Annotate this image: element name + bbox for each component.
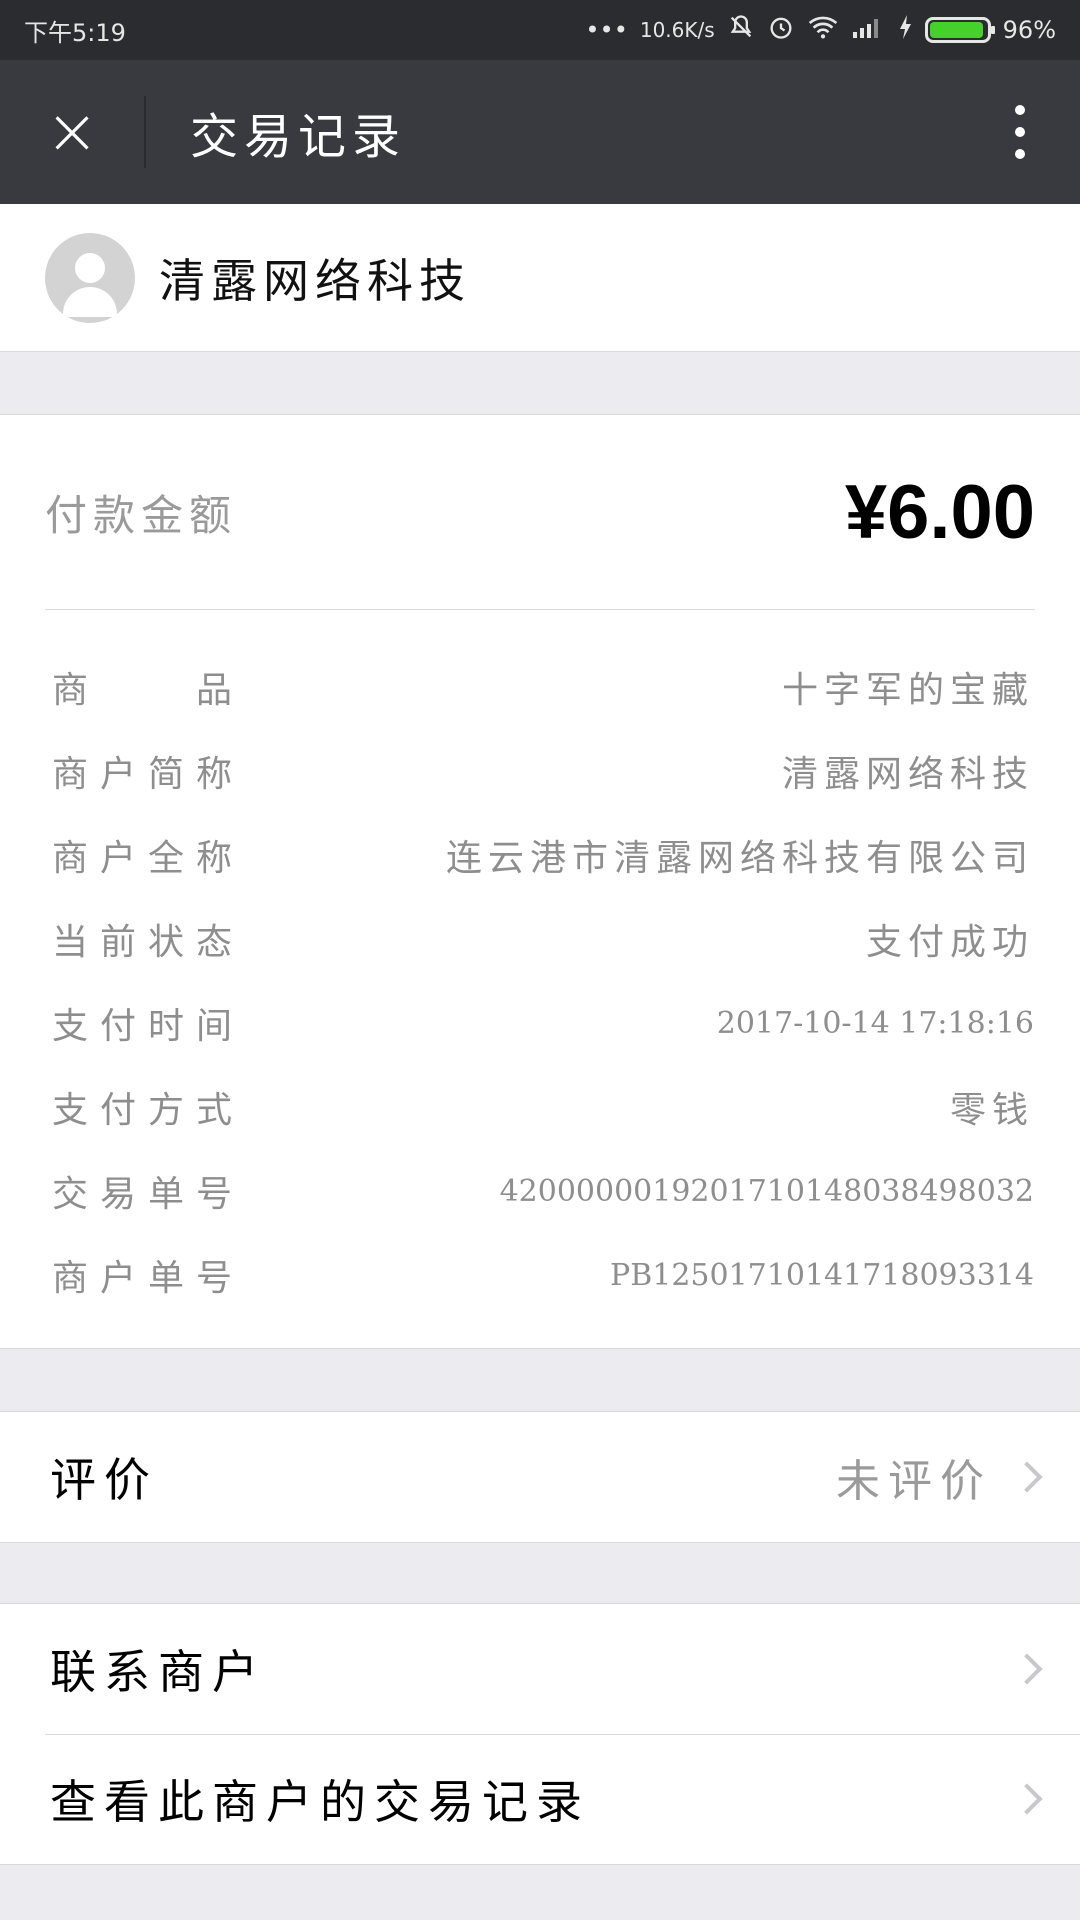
info-row-status: 当前状态 支付成功 [52,897,1034,981]
merchant-name: 清露网络科技 [159,253,471,308]
review-cell[interactable]: 评价 未评价 [0,1412,1080,1542]
info-value: 清露网络科技 [781,754,1034,795]
chevron-right-icon [1011,1653,1043,1685]
signal-icon [851,14,885,46]
more-dot [1015,127,1025,137]
info-row-payment-time: 支付时间 2017-10-14 17:18:16 [52,981,1034,1065]
status-time: 下午5:19 [24,18,126,47]
info-list: 商 品 十字军的宝藏 商户简称 清露网络科技 商户全称 连云港市清露网络科技有限… [52,645,1034,1317]
chevron-right-icon [1011,1461,1043,1493]
alarm-icon [767,13,795,47]
actions-group: 联系商户 查看此商户的交易记录 [0,1603,1080,1865]
more-dots: ••• [585,16,628,44]
info-value: 十字军的宝藏 [781,670,1034,711]
info-row-payment-method: 支付方式 零钱 [52,1065,1034,1149]
info-label: 商户全称 [52,838,245,879]
more-vertical-icon[interactable] [960,60,1080,204]
avatar-body [63,286,117,317]
info-row-product: 商 品 十字军的宝藏 [52,645,1034,729]
info-label: 支付方式 [52,1090,245,1131]
info-value: 连云港市清露网络科技有限公司 [445,838,1034,879]
info-row-merchant-full-name: 商户全称 连云港市清露网络科技有限公司 [52,813,1034,897]
mute-icon [727,13,755,47]
status-icons: ••• 10.6K/s 96% [585,13,1056,47]
info-value: 支付成功 [865,922,1034,963]
view-merchant-records-label: 查看此商户的交易记录 [50,1775,590,1829]
info-row-transaction-id: 交易单号 4200000019201710148038498032 [52,1149,1034,1233]
contact-merchant-label: 联系商户 [50,1645,266,1699]
avatar-head [75,252,105,283]
more-dot [1015,149,1025,159]
info-value: 4200000019201710148038498032 [499,1173,1034,1209]
merchant-header[interactable]: 清露网络科技 [0,204,1080,352]
amount-value: ¥6.00 [844,469,1035,555]
close-icon[interactable]: × [0,60,144,204]
battery-icon [924,17,995,43]
info-value: 零钱 [949,1090,1034,1131]
chevron-right-icon [1011,1783,1043,1815]
view-merchant-records-cell[interactable]: 查看此商户的交易记录 [0,1734,1080,1864]
amount-label: 付款金额 [45,490,238,540]
amount-row: 付款金额 ¥6.00 [45,415,1035,610]
info-label: 商 品 [52,670,245,711]
info-label: 交易单号 [52,1174,245,1215]
info-value: 2017-10-14 17:18:16 [716,1005,1034,1041]
review-group: 评价 未评价 [0,1411,1080,1543]
charging-icon [897,13,913,47]
battery-percent: 96% [1002,16,1056,44]
review-status: 未评价 [836,1456,992,1507]
info-label: 当前状态 [52,922,245,963]
nav-bar: × 交易记录 [0,60,1080,204]
info-value: PB12501710141718093314 [610,1257,1034,1293]
more-dot [1015,105,1025,115]
battery-fill [929,22,984,38]
user-avatar-icon [45,232,135,323]
status-bar: 下午5:19 ••• 10.6K/s 96% [0,0,1080,60]
info-row-merchant-order-id: 商户单号 PB12501710141718093314 [52,1233,1034,1317]
info-label: 商户单号 [52,1258,245,1299]
contact-merchant-cell[interactable]: 联系商户 [0,1604,1080,1734]
info-row-merchant-short-name: 商户简称 清露网络科技 [52,729,1034,813]
network-speed: 10.6K/s [639,18,715,42]
review-label: 评价 [50,1453,158,1507]
wifi-icon [807,13,839,47]
info-label: 支付时间 [52,1006,245,1047]
nav-divider [144,96,146,168]
page-title: 交易记录 [190,109,407,165]
transaction-detail-card: 付款金额 ¥6.00 商 品 十字军的宝藏 商户简称 清露网络科技 商户全称 连… [0,414,1080,1349]
info-label: 商户简称 [52,754,245,795]
